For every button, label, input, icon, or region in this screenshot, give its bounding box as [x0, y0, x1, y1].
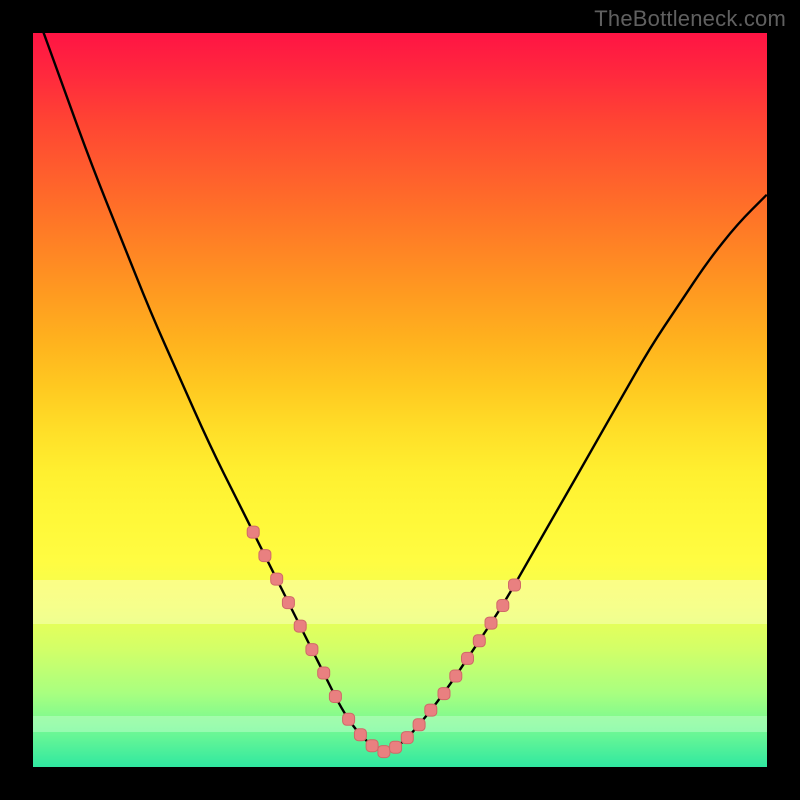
- curve-marker: [462, 652, 474, 664]
- curve-marker: [497, 600, 509, 612]
- curve-marker: [306, 644, 318, 656]
- curve-marker: [366, 740, 378, 752]
- bottleneck-curve-path: [33, 33, 767, 751]
- curve-marker: [473, 635, 485, 647]
- curve-marker: [450, 670, 462, 682]
- curve-marker: [329, 691, 341, 703]
- curve-marker: [509, 579, 521, 591]
- curve-marker: [401, 732, 413, 744]
- chart-frame: TheBottleneck.com: [0, 0, 800, 800]
- watermark-text: TheBottleneck.com: [594, 6, 786, 32]
- curve-marker: [282, 597, 294, 609]
- curve-marker: [390, 741, 402, 753]
- bottleneck-markers-group: [247, 526, 520, 758]
- curve-marker: [271, 573, 283, 585]
- bottleneck-curve-svg: [33, 33, 767, 767]
- curve-marker: [354, 729, 366, 741]
- curve-marker: [413, 719, 425, 731]
- plot-area: [33, 33, 767, 767]
- curve-marker: [343, 713, 355, 725]
- curve-marker: [294, 620, 306, 632]
- curve-marker: [318, 667, 330, 679]
- curve-marker: [259, 550, 271, 562]
- curve-marker: [438, 688, 450, 700]
- curve-marker: [378, 746, 390, 758]
- curve-marker: [425, 704, 437, 716]
- curve-marker: [247, 526, 259, 538]
- curve-marker: [485, 617, 497, 629]
